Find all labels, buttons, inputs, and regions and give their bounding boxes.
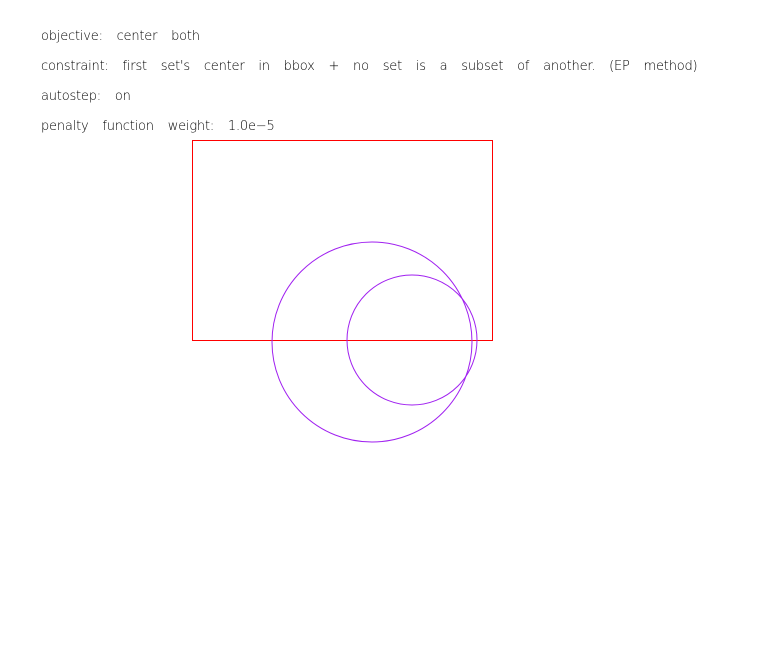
bounding-box — [192, 140, 493, 341]
venn-diagram — [192, 140, 493, 443]
canvas: objective: center both constraint: first… — [0, 0, 782, 666]
set-circle-large — [271, 241, 473, 443]
